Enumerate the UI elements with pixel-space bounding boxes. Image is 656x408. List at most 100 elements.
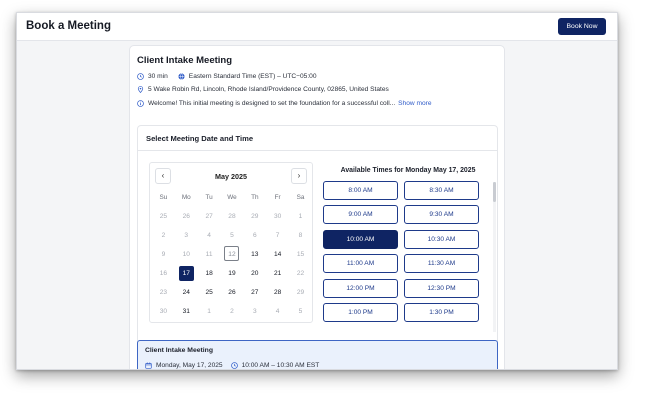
clock-icon bbox=[230, 362, 238, 369]
calendar-day: 28 bbox=[221, 208, 244, 227]
time-slot[interactable]: 11:30 AM bbox=[404, 254, 479, 274]
calendar-day-number: 29 bbox=[251, 213, 259, 220]
time-slot[interactable]: 12:30 PM bbox=[404, 278, 479, 298]
calendar-day[interactable]: 21 bbox=[266, 265, 289, 284]
calendar-day: 3 bbox=[243, 303, 266, 322]
calendar-day: 15 bbox=[289, 246, 312, 265]
show-more-link[interactable]: Show more bbox=[398, 100, 431, 107]
calendar-day-number: 28 bbox=[228, 213, 236, 220]
time-slot[interactable]: 8:30 AM bbox=[404, 181, 479, 200]
calendar-day-number: 15 bbox=[296, 251, 305, 258]
calendar-day[interactable]: 19 bbox=[221, 265, 244, 284]
calendar-day[interactable]: 27 bbox=[243, 284, 266, 303]
calendar-week: 16 17 18 19 20 21 22 bbox=[152, 265, 312, 284]
calendar-day: 8 bbox=[289, 227, 312, 246]
next-month-button[interactable]: › bbox=[291, 168, 307, 184]
calendar-day: 29 bbox=[243, 208, 266, 227]
calendar-day-number: 26 bbox=[182, 213, 190, 220]
picker-header: Select Meeting Date and Time bbox=[138, 126, 497, 151]
calendar-day-number: 21 bbox=[273, 270, 282, 277]
calendar-day[interactable]: 13 bbox=[243, 246, 266, 265]
calendar-day-number: 3 bbox=[252, 308, 257, 315]
calendar-day-number: 30 bbox=[159, 308, 168, 315]
calendar-day[interactable]: 20 bbox=[243, 265, 266, 284]
time-slot[interactable]: 8:00 AM bbox=[323, 181, 398, 200]
time-slot[interactable]: 1:30 PM bbox=[404, 303, 479, 322]
calendar-day: 30 bbox=[152, 303, 175, 322]
calendar-day-number: 14 bbox=[273, 251, 282, 258]
calendar-week: 9 10 11 12 13 14 15 bbox=[152, 246, 312, 265]
calendar-day: 30 bbox=[266, 208, 289, 227]
calendar-day: 26 bbox=[175, 208, 198, 227]
calendar-week: 25 26 27 28 29 30 1 bbox=[152, 208, 312, 227]
calendar-day-number: 23 bbox=[159, 289, 168, 296]
time-slot[interactable]: 9:30 AM bbox=[404, 205, 479, 225]
calendar-day: 7 bbox=[266, 227, 289, 246]
calendar-day-number: 22 bbox=[296, 270, 305, 277]
calendar-day: 25 bbox=[152, 208, 175, 227]
weekday-label: Mo bbox=[181, 194, 191, 201]
calendar-day-number: 2 bbox=[230, 308, 234, 315]
weekday-label: Tu bbox=[205, 194, 213, 201]
calendar-day[interactable]: 18 bbox=[198, 265, 221, 284]
time-slot[interactable]: 1:00 PM bbox=[323, 303, 398, 322]
calendar-day-number: 4 bbox=[207, 232, 211, 239]
time-slot-selected[interactable]: 10:00 AM bbox=[323, 229, 398, 249]
calendar-day: 3 bbox=[175, 227, 198, 246]
top-bar: Book a Meeting Book Now bbox=[17, 13, 617, 41]
picker-title: Select Meeting Date and Time bbox=[146, 134, 254, 143]
time-slot[interactable]: 10:30 AM bbox=[404, 229, 479, 249]
time-slot-scrollbar[interactable] bbox=[493, 182, 496, 332]
calendar-day: 1 bbox=[289, 208, 312, 227]
weekday-label: Su bbox=[159, 194, 168, 201]
calendar-week: 30 31 1 2 3 4 5 bbox=[152, 303, 312, 322]
calendar-day[interactable]: 28 bbox=[266, 284, 289, 303]
meeting-timezone: Eastern Standard Time (EST) – UTC−05:00 bbox=[188, 73, 317, 80]
calendar-day-number: 17 bbox=[178, 266, 194, 281]
meeting-title: Client Intake Meeting bbox=[137, 55, 233, 66]
app-window: Book a Meeting Book Now Client Intake Me… bbox=[16, 12, 618, 370]
meeting-card: Client Intake Meeting 30 min Eastern Sta… bbox=[129, 45, 505, 369]
map-pin-icon bbox=[137, 86, 144, 93]
calendar-day[interactable]: 26 bbox=[221, 284, 244, 303]
info-icon bbox=[137, 100, 144, 107]
summary-date: Monday, May 17, 2025 bbox=[156, 362, 223, 369]
meeting-location: 5 Wake Robin Rd, Lincoln, Rhode Island/P… bbox=[148, 86, 389, 93]
calendar-day: 22 bbox=[289, 265, 312, 284]
calendar-day[interactable]: 24 bbox=[175, 284, 198, 303]
calendar-day-today: 12 bbox=[221, 246, 244, 265]
time-slot[interactable]: 9:00 AM bbox=[323, 205, 398, 225]
page-title: Book a Meeting bbox=[26, 20, 111, 32]
scrollbar-thumb[interactable] bbox=[493, 182, 496, 202]
meeting-description-row: Welcome! This initial meeting is designe… bbox=[137, 100, 432, 107]
calendar-day-number: 25 bbox=[205, 289, 213, 296]
calendar-day-number: 18 bbox=[205, 270, 213, 277]
calendar-day-number: 1 bbox=[298, 213, 303, 220]
meeting-location-row: 5 Wake Robin Rd, Lincoln, Rhode Island/P… bbox=[137, 86, 389, 93]
calendar-day: 11 bbox=[198, 246, 221, 265]
calendar-day: 5 bbox=[221, 227, 244, 246]
calendar-day-number: 29 bbox=[296, 289, 305, 296]
book-now-button[interactable]: Book Now bbox=[558, 18, 606, 35]
calendar-day: 9 bbox=[152, 246, 175, 265]
weekday-label: Sa bbox=[296, 194, 305, 201]
calendar-day[interactable]: 31 bbox=[175, 303, 198, 322]
calendar-day-number: 27 bbox=[251, 289, 259, 296]
weekday-header: Su Mo Tu We Th Fr Sa bbox=[152, 194, 312, 201]
calendar-day[interactable]: 14 bbox=[266, 246, 289, 265]
calendar: ‹ May 2025 › Su Mo Tu We Th Fr Sa 25 26 27 28 29 30… bbox=[149, 162, 313, 323]
calendar-day: 1 bbox=[198, 303, 221, 322]
meeting-description: Welcome! This initial meeting is designe… bbox=[148, 100, 396, 107]
calendar-day: 29 bbox=[289, 284, 312, 303]
calendar-day[interactable]: 25 bbox=[198, 284, 221, 303]
calendar-day-number: 8 bbox=[298, 232, 303, 239]
calendar-day-selected[interactable]: 17 bbox=[175, 265, 198, 284]
calendar-day-number: 19 bbox=[228, 270, 236, 277]
calendar-day-number: 31 bbox=[182, 308, 190, 315]
calendar-day-number: 10 bbox=[182, 251, 190, 258]
time-slot[interactable]: 11:00 AM bbox=[323, 254, 398, 274]
time-slot[interactable]: 12:00 PM bbox=[323, 278, 398, 298]
calendar-day: 2 bbox=[221, 303, 244, 322]
calendar-day-number: 5 bbox=[298, 308, 303, 315]
calendar-icon bbox=[145, 362, 152, 369]
